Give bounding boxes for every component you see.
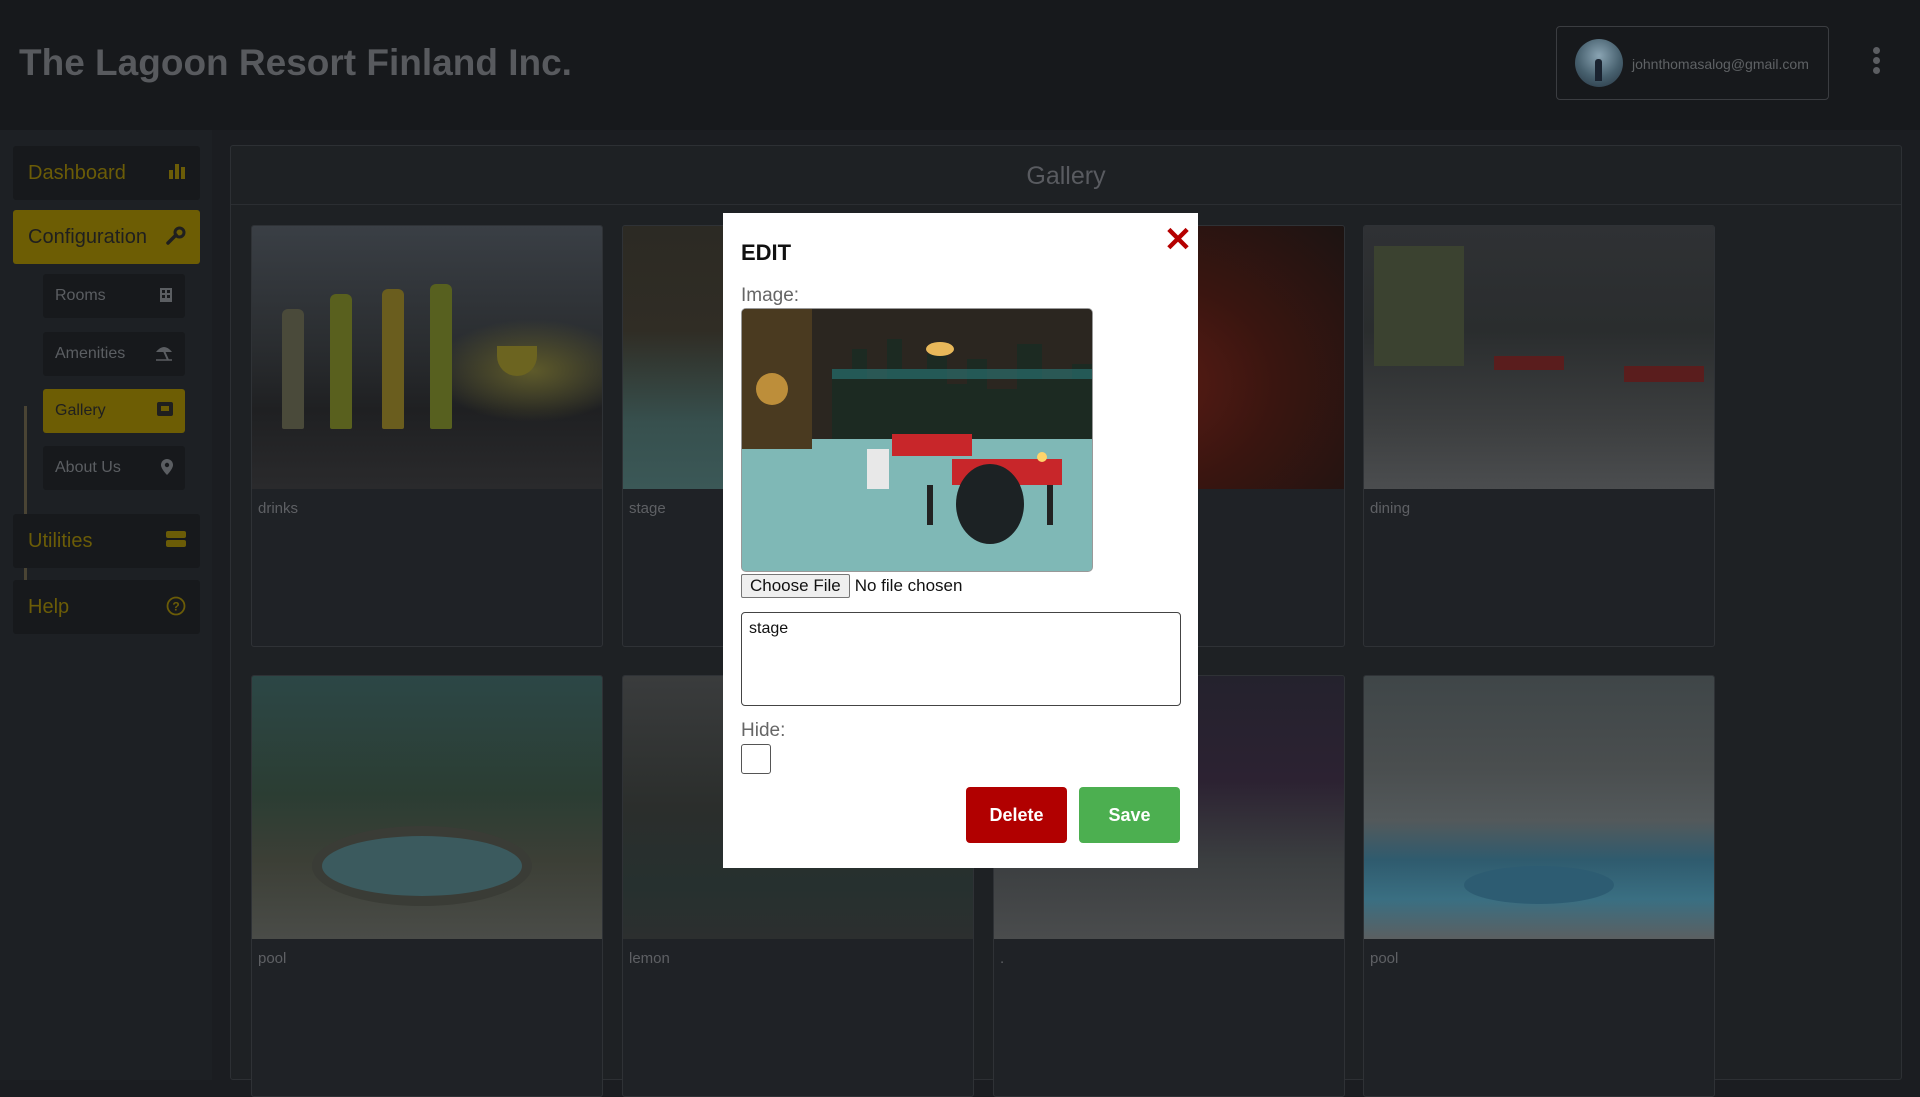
file-input-row: Choose File No file chosen	[741, 574, 962, 600]
close-icon[interactable]: ✕	[1163, 223, 1193, 257]
hide-label: Hide:	[741, 720, 786, 741]
hide-checkbox[interactable]	[741, 744, 771, 774]
file-status: No file chosen	[854, 576, 963, 595]
caption-input[interactable]	[741, 612, 1181, 706]
image-label: Image:	[741, 285, 800, 306]
save-button[interactable]: Save	[1079, 787, 1180, 843]
choose-file-button[interactable]: Choose File	[741, 574, 850, 598]
edit-dialog: EDIT ✕ Image: Choose File No file chosen …	[723, 213, 1198, 868]
delete-button[interactable]: Delete	[966, 787, 1067, 843]
dialog-title: EDIT	[741, 240, 792, 265]
image-preview	[741, 308, 1093, 572]
